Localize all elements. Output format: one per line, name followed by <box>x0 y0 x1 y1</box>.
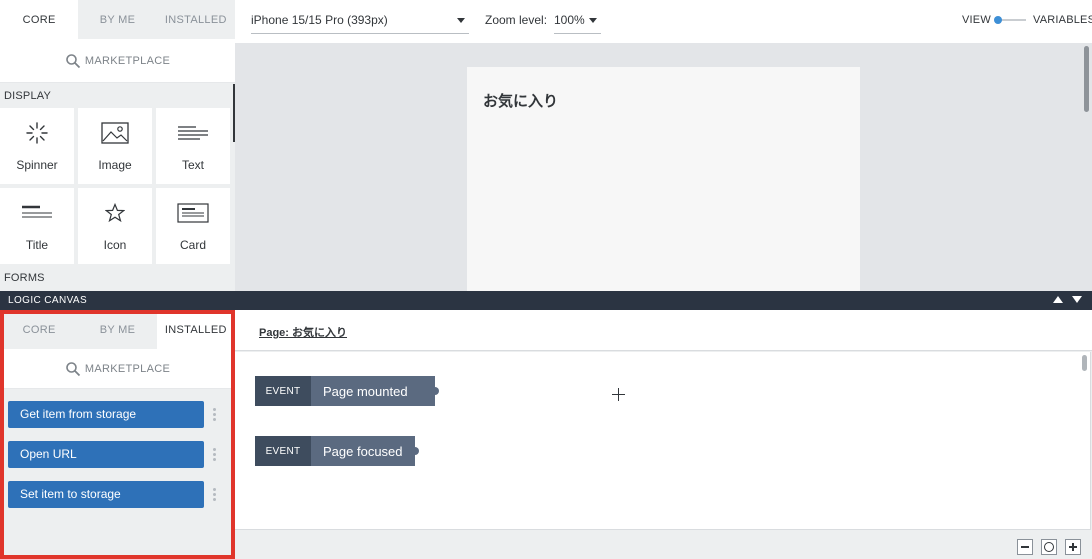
drag-handle-icon[interactable] <box>213 407 216 421</box>
caret-down-icon <box>457 17 465 23</box>
logic-palette: CORE BY ME INSTALLED MARKETPLACE Get ite… <box>0 310 235 559</box>
zoom-label: Zoom level: <box>485 13 548 27</box>
component-label: Spinner <box>16 158 58 172</box>
marketplace-button[interactable]: MARKETPLACE <box>0 349 235 389</box>
zoom-out-button[interactable] <box>1017 539 1033 555</box>
expand-up-icon[interactable] <box>1053 296 1063 303</box>
component-icon[interactable]: Icon <box>78 188 152 264</box>
output-port[interactable] <box>411 447 419 455</box>
component-label: Text <box>181 158 204 172</box>
logic-canvas[interactable]: EVENT Page mounted EVENT Page focused <box>235 352 1091 530</box>
tab-by-me[interactable]: BY ME <box>78 310 157 349</box>
event-name-label: Page mounted <box>323 383 408 399</box>
canvas-scrollbar[interactable] <box>1084 46 1089 112</box>
list-item: Get item from storage <box>0 400 235 428</box>
search-icon <box>66 361 81 376</box>
logic-canvas-label: LOGIC CANVAS <box>8 295 88 306</box>
tab-installed[interactable]: INSTALLED <box>156 310 235 349</box>
spinner-icon <box>26 122 48 144</box>
function-get-item-from-storage[interactable]: Get item from storage <box>8 400 204 428</box>
logic-vertical-scrollbar[interactable] <box>1082 355 1087 371</box>
component-label: Icon <box>103 238 127 252</box>
tab-core[interactable]: CORE <box>0 0 79 39</box>
panel-size-controls <box>1053 296 1082 303</box>
logic-palette-tabs: CORE BY ME INSTALLED <box>0 310 235 349</box>
function-list: Get item from storage Open URL Set item … <box>0 389 235 508</box>
event-name: Page mounted <box>311 376 439 406</box>
view-label: VIEW <box>962 14 991 26</box>
title-icon <box>22 205 52 218</box>
circle-icon <box>1044 542 1054 552</box>
view-toolbar: iPhone 15/15 Pro (393px) Zoom level: 100… <box>235 0 1092 43</box>
list-item: Set item to storage <box>0 480 235 508</box>
search-icon <box>66 53 81 68</box>
drag-handle-icon[interactable] <box>213 447 216 461</box>
section-forms: FORMS <box>4 271 45 284</box>
tab-installed[interactable]: INSTALLED <box>156 0 235 39</box>
zoom-value: 100% <box>554 13 585 27</box>
list-item: Open URL <box>0 440 235 468</box>
marketplace-button[interactable]: MARKETPLACE <box>0 39 235 83</box>
component-image[interactable]: Image <box>78 108 152 184</box>
component-label: Title <box>25 238 49 252</box>
collapse-down-icon[interactable] <box>1072 296 1082 303</box>
drag-handle-icon[interactable] <box>213 487 216 501</box>
logic-breadcrumb-bar: Page: お気に入り <box>235 310 1092 351</box>
image-icon <box>101 122 129 144</box>
page-link[interactable]: Page: お気に入り <box>259 324 347 340</box>
output-port[interactable] <box>431 387 439 395</box>
event-node-page-focused[interactable]: EVENT Page focused <box>255 436 419 466</box>
crosshair-cursor-icon <box>612 388 625 401</box>
component-card[interactable]: Card <box>156 188 230 264</box>
card-icon <box>177 203 209 223</box>
toggle-knob <box>994 16 1002 24</box>
caret-down-icon <box>589 17 597 23</box>
tab-by-me[interactable]: BY ME <box>78 0 157 39</box>
logic-area: Page: お気に入り EVENT Page mounted EVENT Pag… <box>235 310 1092 559</box>
star-icon <box>105 203 125 223</box>
zoom-reset-button[interactable] <box>1041 539 1057 555</box>
event-tag: EVENT <box>255 376 311 406</box>
event-tag: EVENT <box>255 436 311 466</box>
marketplace-label: MARKETPLACE <box>84 362 171 375</box>
device-select[interactable]: iPhone 15/15 Pro (393px) <box>251 7 469 34</box>
zoom-in-button[interactable] <box>1065 539 1081 555</box>
event-name-label: Page focused <box>323 443 403 459</box>
palette-tabs: CORE BY ME INSTALLED <box>0 0 235 39</box>
minus-icon <box>1021 546 1029 548</box>
function-open-url[interactable]: Open URL <box>8 440 204 468</box>
component-label: Card <box>179 238 206 252</box>
variables-label: VARIABLES <box>1033 14 1092 26</box>
component-title[interactable]: Title <box>0 188 74 264</box>
component-grid: Spinner Image Text Title Icon Card <box>0 108 235 264</box>
zoom-select[interactable]: 100% <box>554 7 601 34</box>
marketplace-label: MARKETPLACE <box>84 54 171 67</box>
tab-core[interactable]: CORE <box>0 310 79 349</box>
section-display: DISPLAY <box>4 89 52 102</box>
page-title[interactable]: お気に入り <box>483 90 558 111</box>
event-node-page-mounted[interactable]: EVENT Page mounted <box>255 376 439 406</box>
component-label: Image <box>98 158 132 172</box>
component-text[interactable]: Text <box>156 108 230 184</box>
component-spinner[interactable]: Spinner <box>0 108 74 184</box>
view-variables-toggle[interactable] <box>992 15 1026 25</box>
text-icon <box>178 126 208 140</box>
function-set-item-to-storage[interactable]: Set item to storage <box>8 480 204 508</box>
event-name: Page focused <box>311 436 419 466</box>
logic-canvas-header: LOGIC CANVAS <box>0 291 1092 310</box>
phone-preview[interactable]: お気に入り <box>467 67 860 291</box>
device-value: iPhone 15/15 Pro (393px) <box>251 13 388 27</box>
logic-zoom-controls <box>1017 539 1081 555</box>
view-canvas: お気に入り <box>235 43 1092 291</box>
component-palette: CORE BY ME INSTALLED MARKETPLACE DISPLAY… <box>0 0 235 291</box>
